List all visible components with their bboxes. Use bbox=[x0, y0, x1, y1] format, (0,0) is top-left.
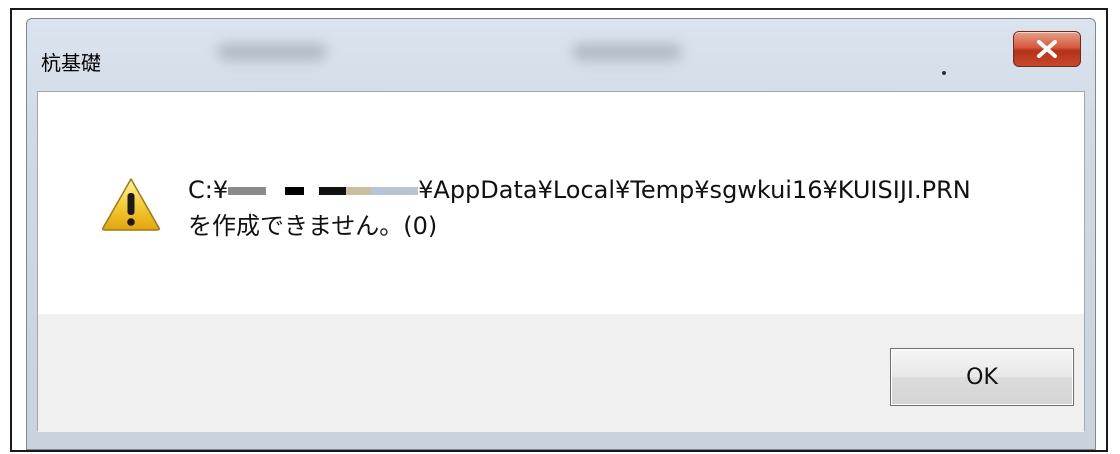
message-line-2: を作成できません。(0) bbox=[188, 212, 438, 240]
message-area: C:¥ ¥AppData¥Local¥Temp¥sgwkui16¥KUISIJI.… bbox=[38, 92, 1084, 314]
title-bar[interactable]: 杭基礎 bbox=[27, 19, 1095, 91]
title-dot bbox=[942, 71, 946, 75]
screenshot-frame: 杭基礎 C:¥ ¥AppData¥Local¥Temp¥sgwkui16¥KUI… bbox=[10, 8, 1108, 452]
button-area: OK bbox=[38, 314, 1084, 432]
blurred-title-text bbox=[217, 43, 327, 61]
path-prefix: C:¥ bbox=[188, 176, 229, 204]
close-button[interactable] bbox=[1013, 31, 1081, 67]
message-line-1: C:¥ ¥AppData¥Local¥Temp¥sgwkui16¥KUISIJI.… bbox=[188, 172, 971, 208]
close-icon bbox=[1037, 40, 1057, 58]
path-suffix: ¥AppData¥Local¥Temp¥sgwkui16¥KUISIJI.PRN bbox=[418, 176, 971, 204]
warning-icon bbox=[102, 178, 160, 231]
error-dialog: 杭基礎 C:¥ ¥AppData¥Local¥Temp¥sgwkui16¥KUI… bbox=[26, 18, 1096, 450]
error-message: C:¥ ¥AppData¥Local¥Temp¥sgwkui16¥KUISIJI.… bbox=[188, 172, 971, 244]
redacted-username bbox=[228, 187, 419, 195]
window-title: 杭基礎 bbox=[41, 51, 101, 75]
ok-button[interactable]: OK bbox=[890, 348, 1074, 406]
blurred-title-text bbox=[572, 43, 682, 61]
dialog-content: C:¥ ¥AppData¥Local¥Temp¥sgwkui16¥KUISIJI.… bbox=[37, 91, 1085, 432]
